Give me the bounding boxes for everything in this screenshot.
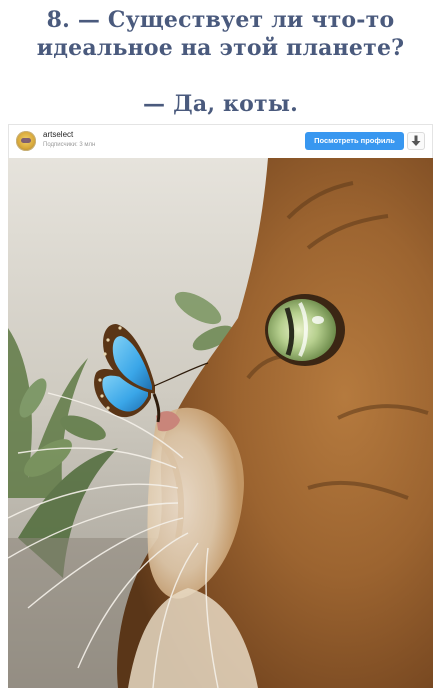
follower-count: Подписчики: 3 млн bbox=[43, 142, 96, 148]
headline-question: 8. — Существует ли что-то идеальное на э… bbox=[0, 6, 441, 62]
headline-question-line1: 8. — Существует ли что-то bbox=[46, 7, 395, 33]
download-button[interactable] bbox=[407, 132, 425, 150]
cat-butterfly-photo bbox=[8, 158, 433, 688]
view-profile-button[interactable]: Посмотреть профиль bbox=[305, 132, 404, 150]
username[interactable]: artselect bbox=[43, 130, 73, 139]
instagram-post-header: artselect Подписчики: 3 млн Посмотреть п… bbox=[8, 124, 433, 158]
post-photo bbox=[8, 158, 433, 688]
profile-avatar[interactable] bbox=[16, 131, 36, 151]
headline-question-line2: идеальное на этой планете? bbox=[36, 35, 405, 61]
headline-answer: — Да, коты. bbox=[143, 91, 298, 117]
download-arrow-icon bbox=[411, 135, 421, 146]
